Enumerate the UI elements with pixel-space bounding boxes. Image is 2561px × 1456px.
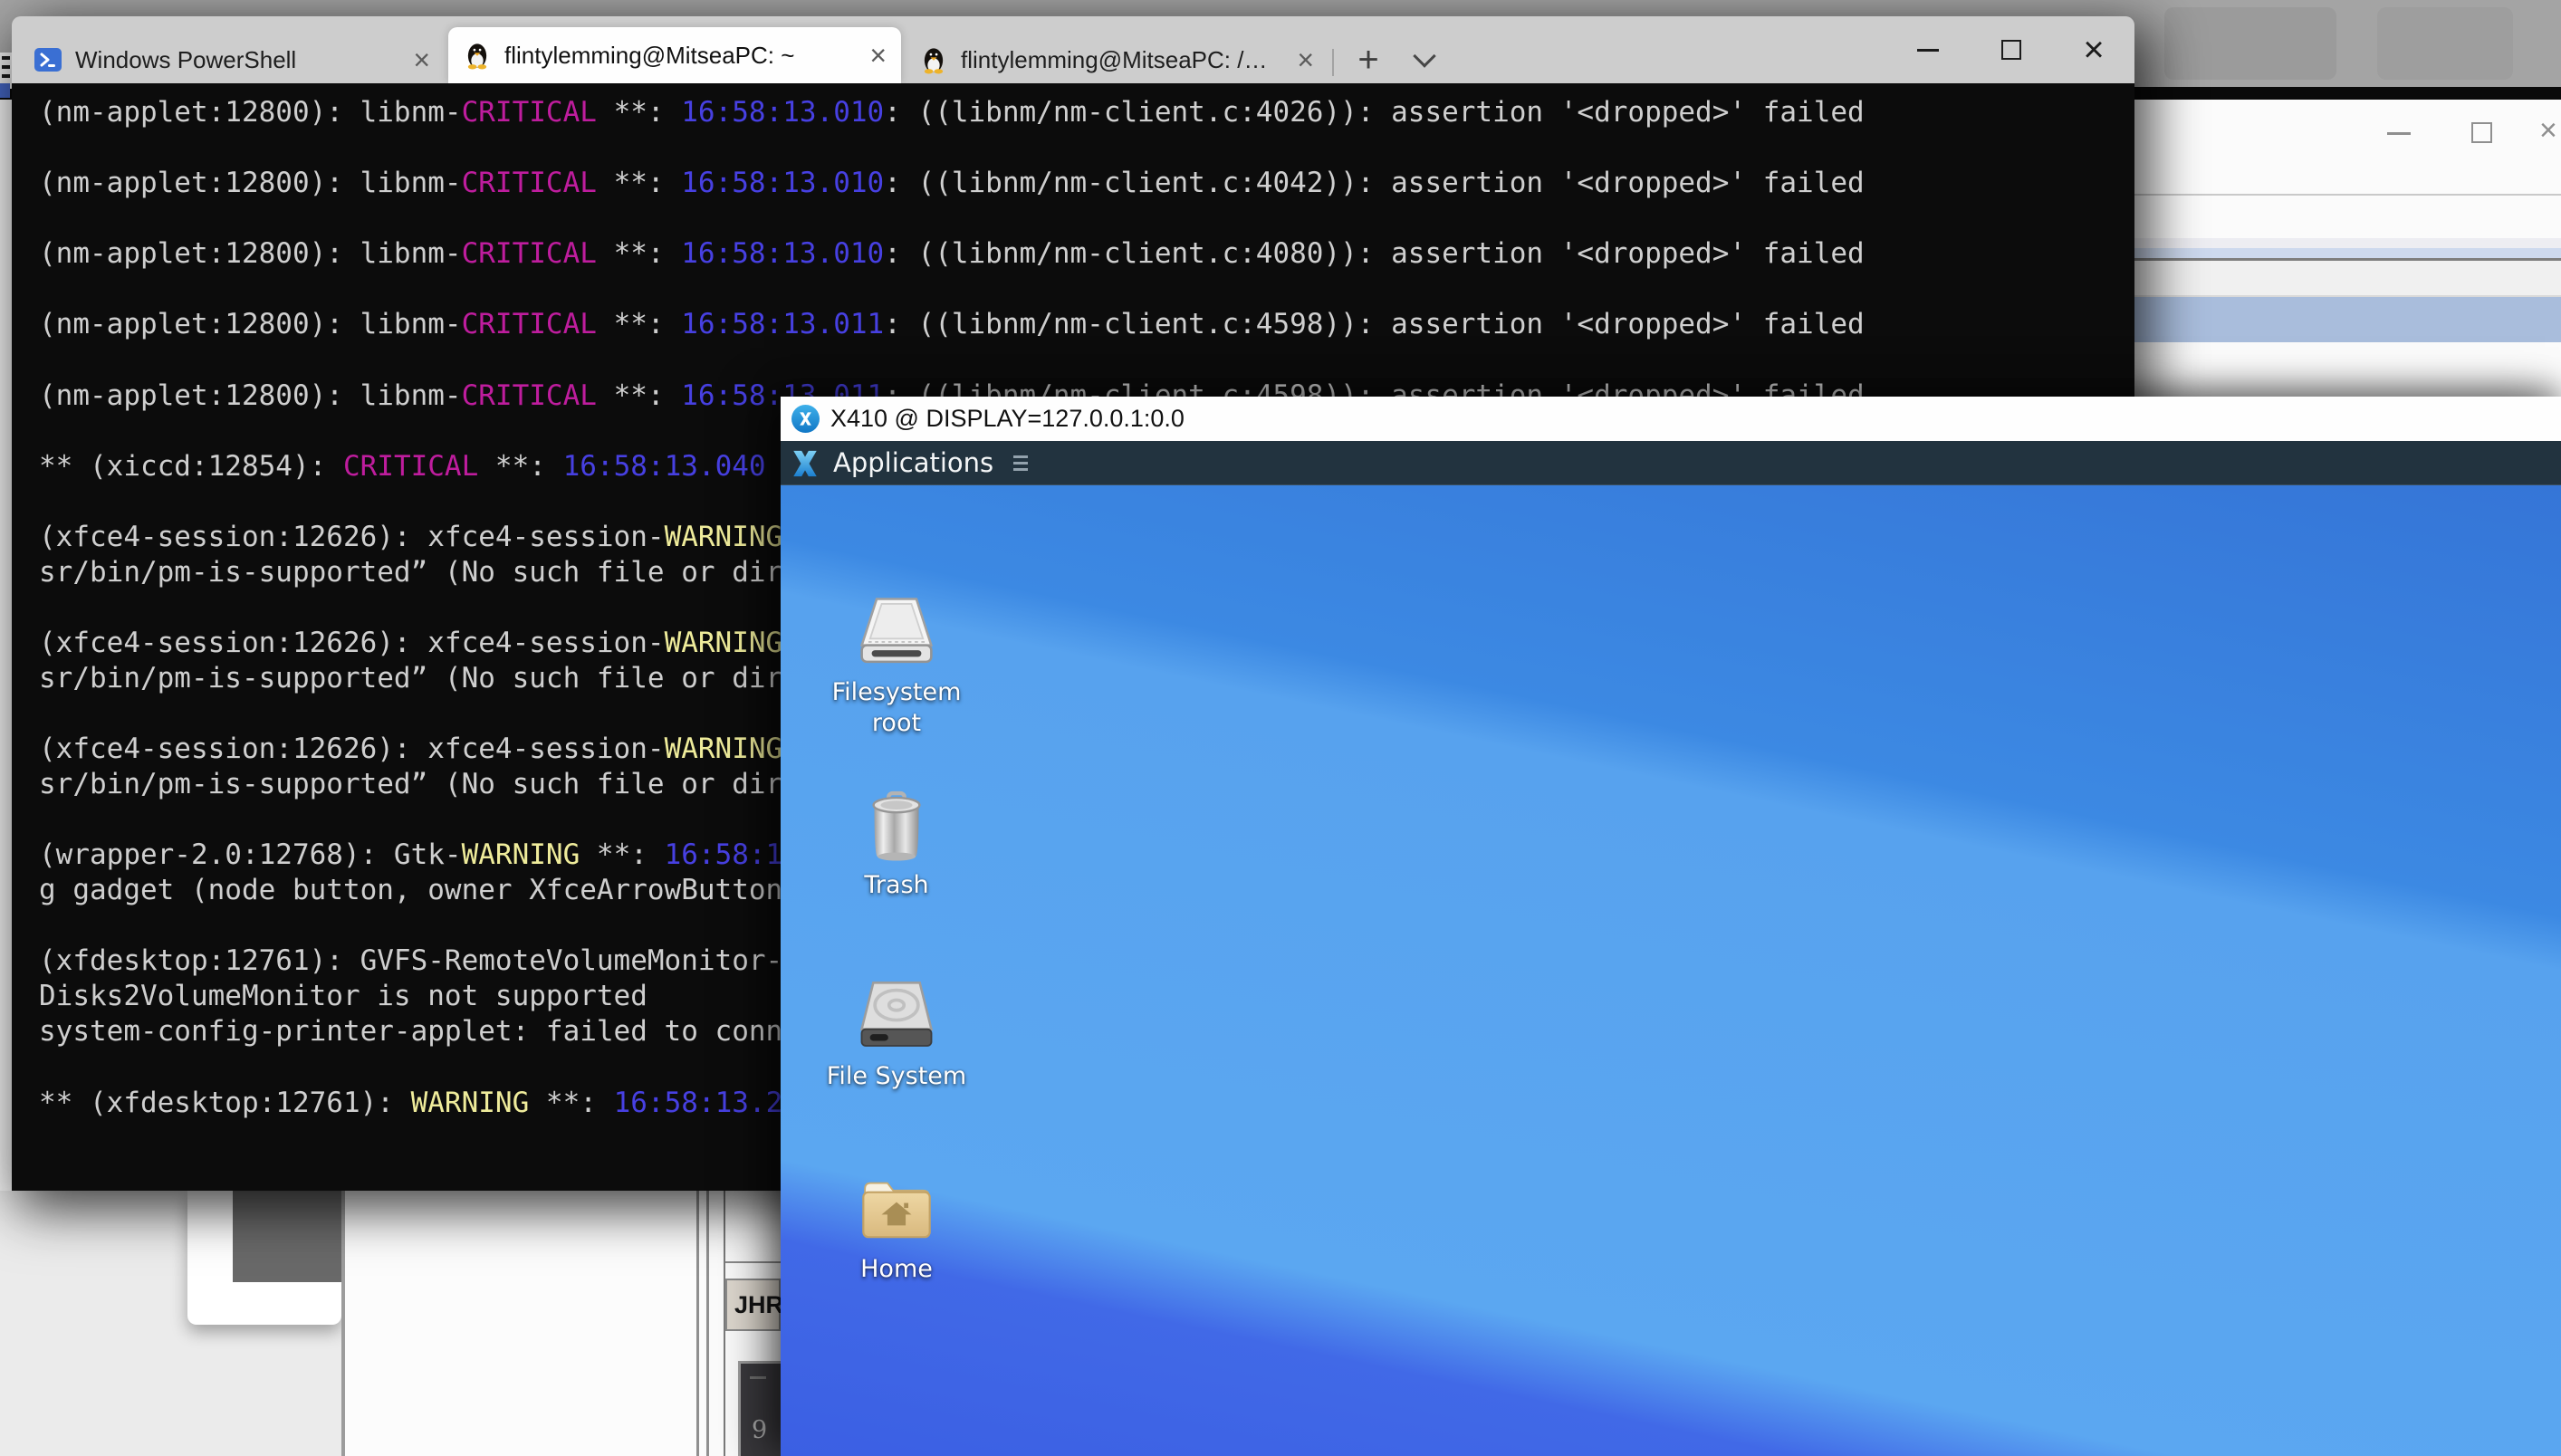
powershell-icon bbox=[34, 45, 62, 74]
desktop-icon-label: Trash bbox=[820, 870, 974, 901]
tux-icon bbox=[463, 41, 492, 70]
terminal-line: system-config-printer-applet: failed to … bbox=[39, 1014, 833, 1049]
desktop-icon-label: Home bbox=[820, 1254, 974, 1285]
background-toolbar-band bbox=[2134, 261, 2561, 295]
applications-menu[interactable]: Applications bbox=[833, 447, 993, 478]
left-edge-glyph bbox=[2, 74, 10, 78]
x410-title-bar[interactable]: X410 @ DISPLAY=127.0.0.1:0.0 bbox=[781, 397, 2561, 441]
x410-menu-logo-icon bbox=[790, 448, 820, 477]
background-selected-row bbox=[2134, 297, 2561, 342]
maximize-icon bbox=[2001, 40, 2021, 60]
tab-title: Windows PowerShell bbox=[75, 46, 400, 74]
background-toolbar-band bbox=[2134, 238, 2561, 248]
terminal-line: (xfce4-session:12626): xfce4-session-WAR… bbox=[39, 520, 868, 555]
left-edge-glyph bbox=[2, 65, 10, 69]
new-tab-button[interactable]: + bbox=[1343, 36, 1394, 83]
desktop-icon-trash[interactable]: Trash bbox=[820, 787, 974, 901]
tab-bar-divider bbox=[1332, 49, 1334, 76]
background-pane-divider bbox=[696, 1191, 699, 1456]
page-thumbnail[interactable]: 9 bbox=[738, 1361, 781, 1456]
xfce-desktop[interactable]: Filesystem root Trash bbox=[781, 485, 2561, 1456]
x410-window: X410 @ DISPLAY=127.0.0.1:0.0 Application… bbox=[781, 397, 2561, 1456]
x410-app-icon bbox=[791, 405, 820, 433]
terminal-line: (wrapper-2.0:12768): Gtk-WARNING **: 16:… bbox=[39, 838, 833, 873]
background-toolbar-band bbox=[2134, 248, 2561, 258]
xfce-panel: Applications bbox=[781, 441, 2561, 485]
panel-handle-icon[interactable] bbox=[1013, 455, 1028, 471]
terminal-line: sr/bin/pm-is-supported” (No such file or… bbox=[39, 767, 901, 802]
desktop-icon-label: File System bbox=[820, 1061, 974, 1092]
background-maximize-icon[interactable] bbox=[2471, 122, 2492, 143]
tab-close-icon[interactable]: × bbox=[413, 45, 430, 74]
trash-icon bbox=[857, 787, 936, 863]
background-ghost-shape bbox=[2164, 7, 2336, 80]
terminal-line: (nm-applet:12800): libnm-CRITICAL **: 16… bbox=[39, 236, 1865, 272]
thumbnail-text-line bbox=[750, 1376, 766, 1379]
terminal-minimize-button[interactable] bbox=[1901, 16, 1955, 83]
tab-close-icon[interactable]: × bbox=[869, 41, 887, 70]
desktop-icon-file-system[interactable]: File System bbox=[820, 978, 974, 1092]
tab-wsl-home[interactable]: flintylemming@MitseaPC: ~ × bbox=[448, 27, 901, 83]
terminal-line: (xfdesktop:12761): GVFS-RemoteVolumeMoni… bbox=[39, 944, 782, 979]
terminal-line: (nm-applet:12800): libnm-CRITICAL **: 16… bbox=[39, 307, 1865, 342]
background-minimize-icon[interactable] bbox=[2387, 132, 2411, 135]
tab-title: flintylemming@MitseaPC: /mnt, bbox=[961, 46, 1284, 74]
terminal-line: (xfce4-session:12626): xfce4-session-WAR… bbox=[39, 732, 868, 767]
thumbnail-page-number: 9 bbox=[752, 1416, 767, 1444]
left-edge-glyph bbox=[2, 56, 10, 60]
terminal-line: sr/bin/pm-is-supported” (No such file or… bbox=[39, 555, 901, 590]
terminal-line: ** (xiccd:12854): CRITICAL **: 16:58:13.… bbox=[39, 449, 766, 484]
tab-windows-powershell[interactable]: Windows PowerShell × bbox=[19, 36, 445, 83]
minimize-icon bbox=[1917, 49, 1939, 52]
terminal-line: ** (xfdesktop:12761): WARNING **: 16:58:… bbox=[39, 1086, 782, 1121]
terminal-line: sr/bin/pm-is-supported” (No such file or… bbox=[39, 661, 901, 696]
left-edge-blue-mark bbox=[0, 83, 10, 98]
background-pane-divider bbox=[706, 1191, 709, 1456]
terminal-line: Disks2VolumeMonitor is not supported bbox=[39, 979, 647, 1014]
chevron-down-icon bbox=[1413, 44, 1435, 67]
background-content-pane bbox=[345, 1191, 696, 1456]
background-divider bbox=[2134, 194, 2561, 196]
terminal-maximize-button[interactable] bbox=[1984, 16, 2038, 83]
x410-window-title: X410 @ DISPLAY=127.0.0.1:0.0 bbox=[830, 405, 1185, 433]
tab-close-icon[interactable]: × bbox=[1297, 45, 1314, 74]
desktop-icon-label: Filesystem root bbox=[820, 677, 974, 739]
removable-drive-icon bbox=[857, 594, 936, 670]
tab-wsl-mnt[interactable]: flintylemming@MitseaPC: /mnt, × bbox=[905, 36, 1328, 83]
terminal-line: (nm-applet:12800): libnm-CRITICAL **: 16… bbox=[39, 95, 1865, 130]
hard-disk-icon bbox=[857, 978, 936, 1054]
terminal-line: g gadget (node button, owner XfceArrowBu… bbox=[39, 873, 800, 908]
tab-title: flintylemming@MitseaPC: ~ bbox=[504, 42, 857, 70]
home-folder-icon bbox=[857, 1171, 936, 1247]
background-close-icon[interactable]: × bbox=[2539, 112, 2561, 148]
jhr-box[interactable]: JHR bbox=[725, 1279, 781, 1331]
terminal-tab-bar: Windows PowerShell × flintylemming@Mitse… bbox=[12, 16, 2134, 83]
desktop-icon-filesystem-root[interactable]: Filesystem root bbox=[820, 594, 974, 739]
background-divider bbox=[725, 1261, 781, 1263]
screen: × JHR 9 Windows PowerShell × bbox=[0, 0, 2561, 1456]
new-tab-dropdown-button[interactable] bbox=[1401, 36, 1448, 83]
desktop-icon-home[interactable]: Home bbox=[820, 1171, 974, 1285]
background-ghost-shape bbox=[2377, 7, 2513, 80]
tux-icon bbox=[919, 45, 948, 74]
terminal-line: (xfce4-session:12626): xfce4-session-WAR… bbox=[39, 626, 868, 661]
terminal-line: (nm-applet:12800): libnm-CRITICAL **: 16… bbox=[39, 166, 1865, 201]
terminal-close-button[interactable]: × bbox=[2067, 16, 2121, 83]
background-image-placeholder bbox=[233, 1191, 341, 1282]
